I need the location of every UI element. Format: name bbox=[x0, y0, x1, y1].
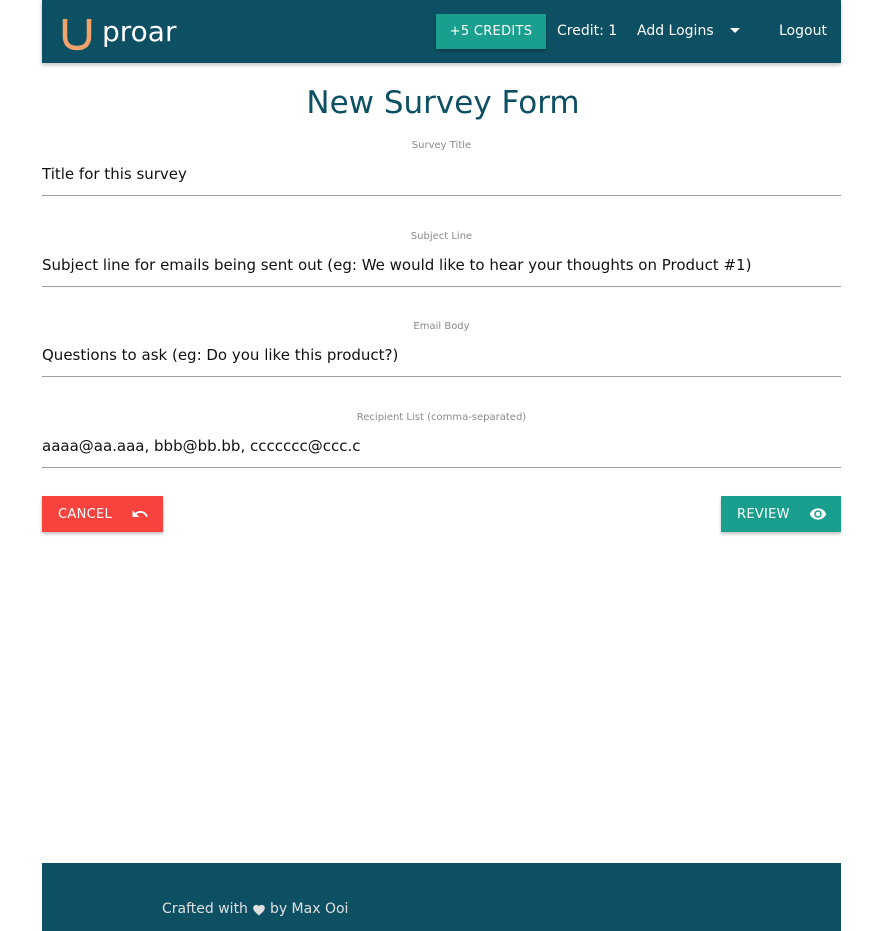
subject-line-label: Subject Line bbox=[410, 231, 473, 242]
top-navbar: proar +5 CREDITS Credit: 1 Add Logins Lo… bbox=[42, 0, 841, 63]
app-logo[interactable]: proar bbox=[60, 16, 176, 52]
recipient-list-input[interactable] bbox=[42, 425, 841, 468]
footer-suffix: by Max Ooi bbox=[269, 901, 349, 917]
credit-count: Credit: 1 bbox=[557, 23, 618, 39]
add-logins-link[interactable]: Add Logins bbox=[637, 22, 714, 40]
review-button[interactable]: REVIEW bbox=[721, 496, 841, 532]
logout-link[interactable]: Logout bbox=[779, 22, 827, 40]
chevron-down-icon[interactable] bbox=[730, 28, 740, 33]
review-button-label: REVIEW bbox=[737, 506, 790, 522]
footer-credit: Crafted with by Max Ooi bbox=[162, 900, 348, 918]
subject-line-input[interactable] bbox=[42, 244, 841, 287]
email-body-label: Email Body bbox=[413, 321, 470, 332]
app-name: proar bbox=[102, 15, 177, 48]
eye-icon bbox=[809, 508, 827, 520]
email-body-input[interactable] bbox=[42, 334, 841, 377]
subject-line-field: Subject Line bbox=[42, 230, 841, 287]
undo-icon bbox=[132, 510, 148, 517]
survey-title-field: Survey Title bbox=[42, 139, 841, 196]
survey-title-input[interactable] bbox=[42, 153, 841, 196]
cancel-button[interactable]: CANCEL bbox=[42, 496, 163, 532]
page-title: New Survey Form bbox=[306, 85, 580, 121]
heart-icon bbox=[253, 904, 265, 916]
logo-u-icon bbox=[62, 19, 92, 51]
recipient-list-label: Recipient List (comma-separated) bbox=[356, 412, 527, 423]
email-body-field: Email Body bbox=[42, 320, 841, 377]
cancel-button-label: CANCEL bbox=[58, 506, 113, 522]
survey-title-label: Survey Title bbox=[411, 140, 472, 151]
recipient-list-field: Recipient List (comma-separated) bbox=[42, 411, 841, 468]
footer-prefix: Crafted with bbox=[162, 901, 248, 917]
add-credits-button[interactable]: +5 CREDITS bbox=[436, 14, 546, 49]
page-footer: Crafted with by Max Ooi bbox=[42, 863, 841, 931]
